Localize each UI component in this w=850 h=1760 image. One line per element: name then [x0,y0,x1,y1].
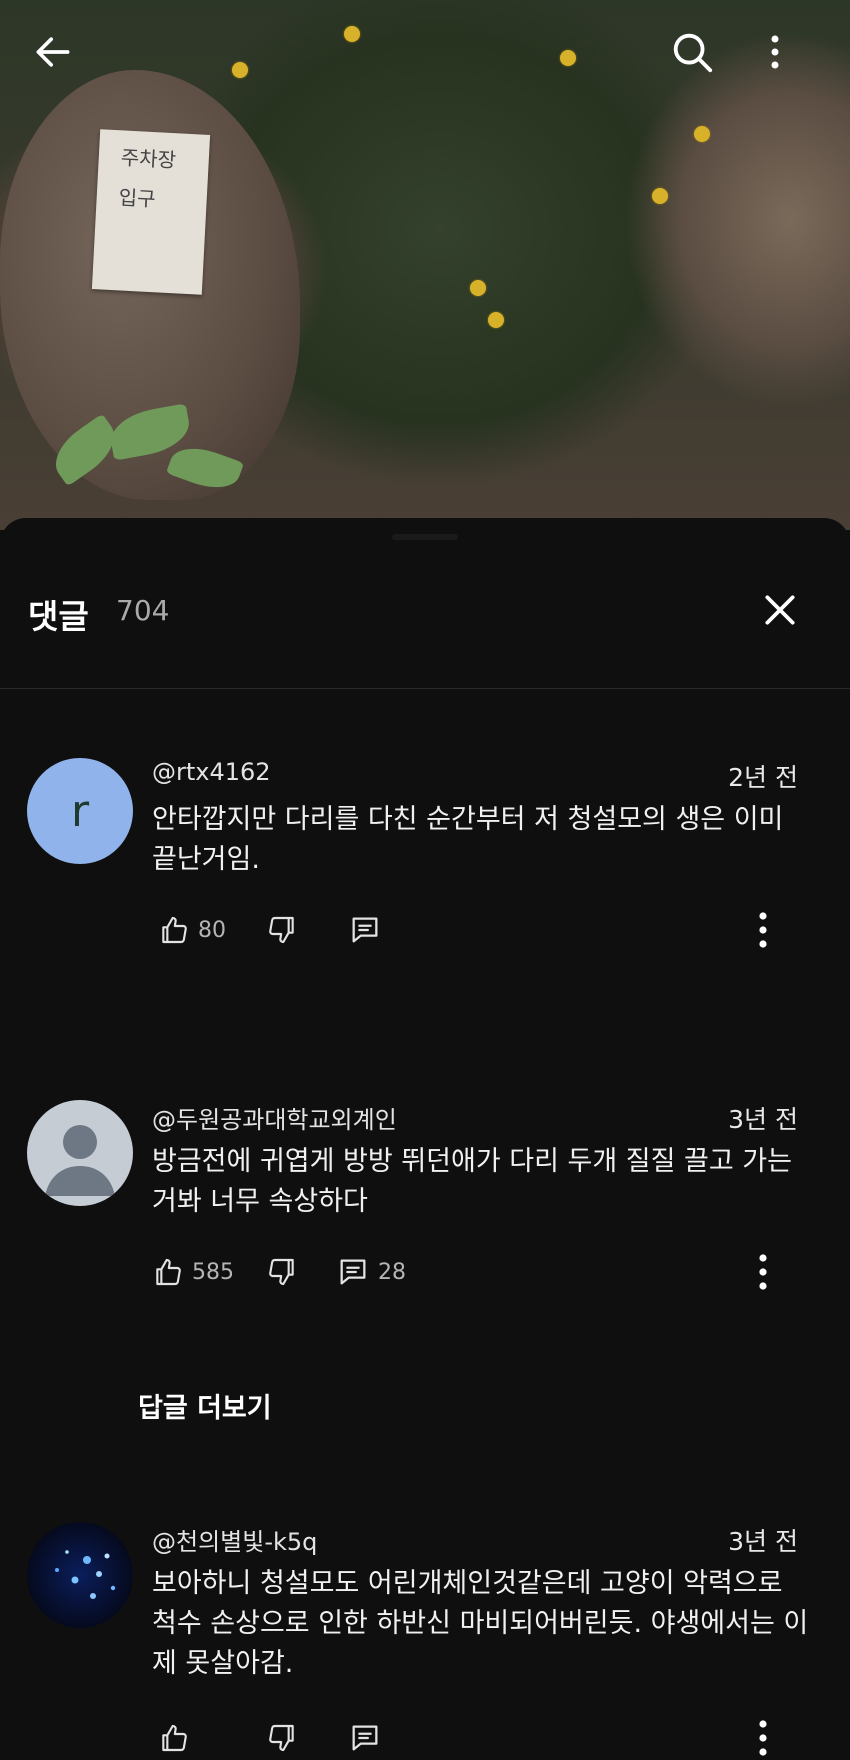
sign-line: 입구 [118,185,157,212]
reply-button[interactable]: 28 [336,1252,406,1292]
sign-line: 주차장 [120,145,177,173]
comments-title: 댓글 [28,597,89,636]
comment-text: 보아하니 청설모도 어린개체인것같은데 고양이 악력으로 척수 손상으로 인한 … [152,1568,809,1679]
like-button[interactable]: 585 [152,1252,234,1292]
thumbs-down-icon [269,1724,294,1752]
close-icon [765,595,795,625]
thumbs-up-icon [156,1258,181,1286]
flower-image [694,126,710,142]
comment-item: @두원공과대학교외계인 3년 전 방금전에 귀엽게 방방 뛰던애가 다리 두개 … [0,1100,850,1340]
comment-text: 안타깝지만 다리를 다친 순간부터 저 청설모의 생은 이미 끝난거임. [152,804,784,875]
dislike-button[interactable] [266,910,298,950]
flower-image [232,62,248,78]
comment-more-button[interactable] [748,1250,778,1294]
search-button[interactable] [664,24,720,80]
dislike-button[interactable] [266,1718,298,1758]
like-button[interactable] [158,1718,190,1758]
flower-image [470,280,486,296]
comment-text: 방금전에 귀엽게 방방 뛰던애가 다리 두개 질질 끌고 가는거봐 너무 속상하… [152,1146,792,1217]
comment-item: @천의별빛-k5q 3년 전 보아하니 청설모도 어린개체인것같은데 고양이 악… [0,1522,850,1756]
thumbs-down-icon [269,1258,294,1286]
like-button[interactable]: 80 [158,910,226,950]
reply-button[interactable] [348,910,382,950]
dislike-button[interactable] [266,1252,298,1292]
comment-time: 3년 전 [728,1527,798,1556]
flower-image [488,312,504,328]
more-vertical-icon [759,1254,767,1290]
more-vertical-icon [759,912,767,948]
reply-button[interactable] [348,1718,382,1758]
comment-author[interactable]: @두원공과대학교외계인 [152,1100,397,1135]
more-options-button[interactable] [747,24,803,80]
comment-time: 2년 전 [728,763,798,792]
search-icon [673,33,713,73]
default-avatar-icon [45,1125,115,1196]
reply-icon [352,1725,378,1751]
comment-author[interactable]: @천의별빛-k5q [152,1522,317,1557]
avatar[interactable] [27,1522,133,1628]
thumbs-down-icon [269,916,294,944]
comment-actions [152,1718,772,1758]
avatar-letter: r [70,785,90,837]
comments-sheet: 댓글 704 r @rtx4162 2년 전 안타깝지만 다리를 다친 순간부터… [0,518,850,1756]
close-button[interactable] [752,582,808,638]
like-count: 585 [192,1259,234,1285]
divider [0,688,850,689]
avatar[interactable]: r [27,758,133,864]
more-vertical-icon [771,35,779,69]
comment-more-button[interactable] [748,1716,778,1760]
reply-count: 28 [378,1259,406,1285]
comment-more-button[interactable] [748,908,778,952]
arrow-left-icon [36,37,70,67]
reply-icon [340,1259,366,1285]
thumbs-up-icon [162,916,187,944]
flower-image [344,26,360,42]
comment-author[interactable]: @rtx4162 [152,758,271,786]
more-vertical-icon [759,1720,767,1756]
more-replies-link[interactable]: 답글 더보기 [138,1386,272,1425]
comment-actions: 585 28 [152,1252,772,1292]
galaxy-avatar-image [55,1550,116,1599]
thumbs-up-icon [162,1724,187,1752]
comments-count: 704 [116,594,170,627]
avatar[interactable] [27,1100,133,1206]
video-player[interactable]: 주차장 입구 [0,0,850,530]
back-button[interactable] [25,24,81,80]
comment-actions: 80 [152,910,772,950]
like-count: 80 [198,917,226,943]
comment-item: r @rtx4162 2년 전 안타깝지만 다리를 다친 순간부터 저 청설모의… [0,758,850,1018]
flower-image [652,188,668,204]
sign-image: 주차장 입구 [91,129,211,295]
reply-icon [352,917,378,943]
comment-time: 3년 전 [728,1105,798,1134]
comments-header: 댓글 704 [0,518,850,688]
flower-image [560,50,576,66]
